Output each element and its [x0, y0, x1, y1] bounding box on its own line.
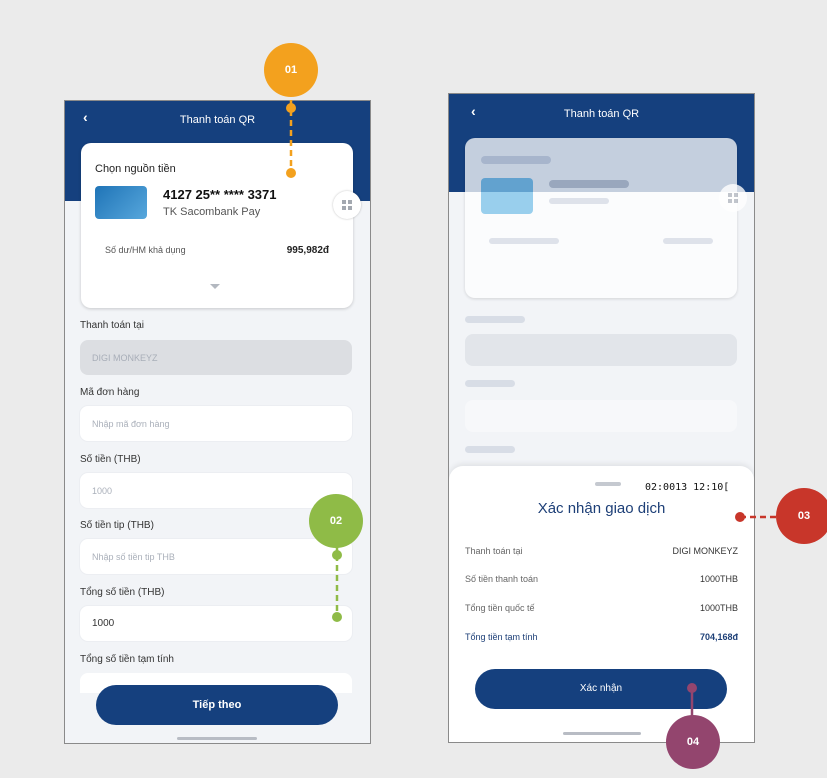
- callout-01-dot-top: [286, 103, 296, 113]
- callout-03-dot: [735, 512, 745, 522]
- callout-02-dot-bottom: [332, 612, 342, 622]
- callout-02-dot-top: [332, 550, 342, 560]
- callout-02: 02: [309, 494, 363, 548]
- callout-04: 04: [666, 715, 720, 769]
- callout-connectors: [286, 90, 784, 718]
- callout-01-dot-bottom: [286, 168, 296, 178]
- callout-01: 01: [264, 43, 318, 97]
- callout-04-dot: [687, 683, 697, 693]
- callout-03: 03: [776, 488, 827, 544]
